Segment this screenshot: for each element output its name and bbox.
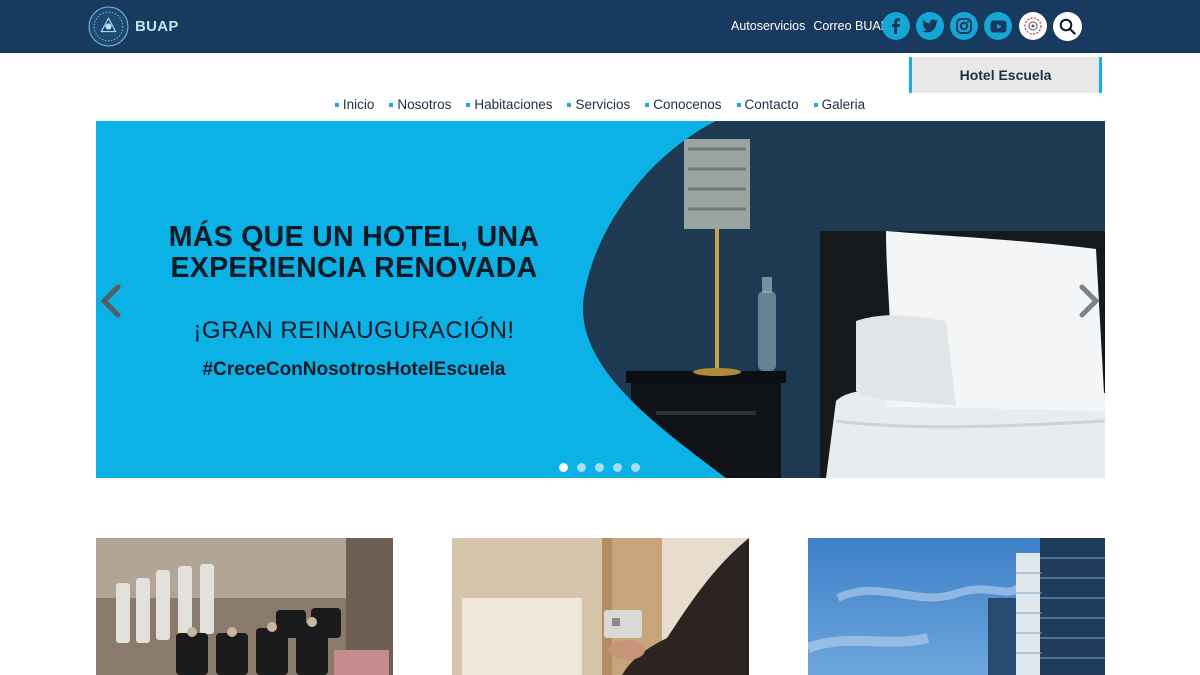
facebook-icon[interactable] [882,12,910,40]
nav-item-conocenos[interactable]: Conocenos [645,97,722,112]
correo-buap-link[interactable]: Correo BUAP [813,19,889,33]
main-nav: Inicio Nosotros Habitaciones Servicios C… [0,97,1200,112]
nav-bullet [567,102,572,107]
hero-slider[interactable]: MÁS QUE UN HOTEL, UNA EXPERIENCIA RENOVA… [96,121,1105,478]
card-building[interactable] [808,538,1105,675]
top-links: Autoservicios Correo BUAP [731,19,889,33]
nav-label: Inicio [342,97,375,112]
logo-text: BUAP [135,18,179,35]
card-keycard[interactable] [452,538,749,675]
nav-label: Nosotros [397,97,452,112]
building-sky-photo [808,538,1105,675]
hero-headline-line1: MÁS QUE UN HOTEL, UNA [168,221,540,253]
nav-item-nosotros[interactable]: Nosotros [389,97,451,112]
nav-label: Conocenos [653,97,722,112]
nav-bullet [736,102,741,107]
nav-bullet [334,102,339,107]
buap-seal-icon [88,6,129,47]
slider-dot-3[interactable] [595,463,604,472]
nav-item-servicios[interactable]: Servicios [567,97,630,112]
nav-label: Servicios [575,97,631,112]
chevron-right-icon [1079,284,1100,318]
twitter-icon[interactable] [916,12,944,40]
slider-dot-4[interactable] [613,463,622,472]
search-icon [1059,18,1076,35]
bottles-amenities-photo [96,538,393,675]
youtube-icon[interactable] [984,12,1012,40]
search-button[interactable] [1053,12,1082,41]
nav-label: Galeria [821,97,866,112]
nav-item-galeria[interactable]: Galeria [813,97,866,112]
nav-bullet [645,102,650,107]
hero-hashtag: #CreceConNosotrosHotelEscuela [202,359,506,380]
top-bar: BUAP Autoservicios Correo BUAP [0,0,1200,53]
instagram-icon[interactable] [950,12,978,40]
nav-label: Habitaciones [474,97,553,112]
card-amenities[interactable] [96,538,393,675]
hotel-escuela-tab[interactable]: Hotel Escuela [909,57,1102,93]
hero-subheadline: ¡GRAN REINAUGURACIÓN! [193,317,515,344]
buap-logo[interactable]: BUAP [88,6,179,47]
nav-item-inicio[interactable]: Inicio [334,97,375,112]
nav-bullet [389,102,394,107]
slider-next-button[interactable] [1076,281,1104,321]
hero-headline: MÁS QUE UN HOTEL, UNA EXPERIENCIA RENOVA… [134,222,574,284]
hotel-door-keycard-photo [452,538,749,675]
slider-dot-2[interactable] [577,463,586,472]
buap-emblem-icon[interactable] [1019,12,1047,40]
nav-bullet [813,102,818,107]
slider-dot-1[interactable] [559,463,568,472]
slider-dot-5[interactable] [631,463,640,472]
nav-bullet [466,102,471,107]
chevron-left-icon [100,284,121,318]
slider-prev-button[interactable] [96,281,124,321]
nav-item-habitaciones[interactable]: Habitaciones [466,97,552,112]
nav-label: Contacto [744,97,799,112]
hotel-room-photo [583,121,1105,478]
nav-item-contacto[interactable]: Contacto [736,97,799,112]
autoservicios-link[interactable]: Autoservicios [731,19,805,33]
hero-headline-line2: EXPERIENCIA RENOVADA [170,252,538,284]
slider-dots [559,463,640,472]
